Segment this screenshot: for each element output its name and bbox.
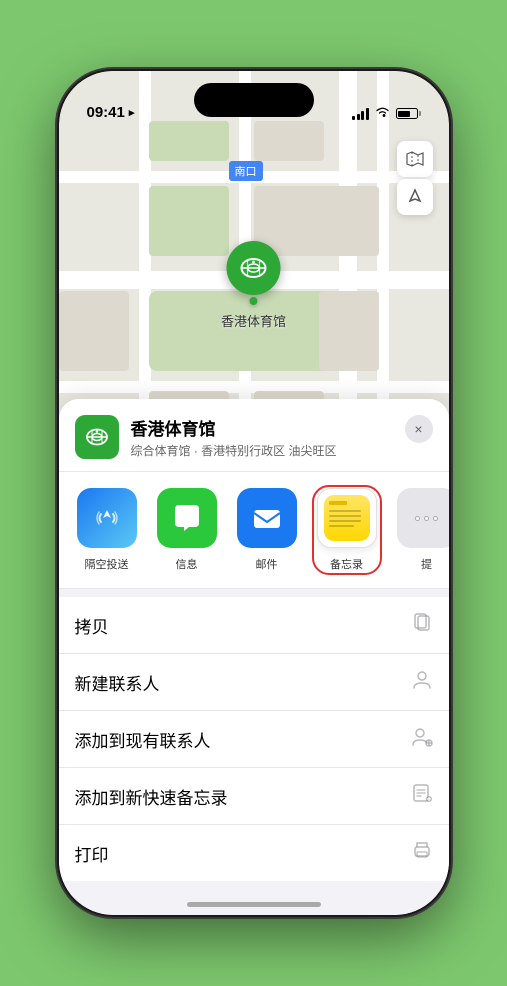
action-list: 拷贝 新建联系人 bbox=[59, 597, 449, 881]
airdrop-label: 隔空投送 bbox=[85, 556, 129, 572]
phone-frame: 09:41 ▸ bbox=[59, 71, 449, 915]
action-quick-note[interactable]: 添加到新快速备忘录 bbox=[59, 768, 449, 825]
copy-label: 拷贝 bbox=[75, 613, 411, 638]
phone-inner: 09:41 ▸ bbox=[59, 71, 449, 915]
share-row: 隔空投送 信息 bbox=[59, 472, 449, 589]
share-item-more[interactable]: 提 bbox=[395, 488, 449, 572]
messages-icon bbox=[157, 488, 217, 548]
share-item-messages[interactable]: 信息 bbox=[155, 488, 219, 572]
more-icon bbox=[397, 488, 449, 548]
share-item-notes[interactable]: 备忘录 bbox=[315, 488, 379, 572]
venue-name: 香港体育馆 bbox=[131, 415, 433, 440]
venue-subtitle: 综合体育馆 · 香港特别行政区 油尖旺区 bbox=[131, 442, 433, 459]
action-copy[interactable]: 拷贝 bbox=[59, 597, 449, 654]
close-button[interactable]: × bbox=[405, 415, 433, 443]
mail-label: 邮件 bbox=[256, 556, 278, 572]
action-add-existing[interactable]: 添加到现有联系人 bbox=[59, 711, 449, 768]
venue-icon bbox=[75, 415, 119, 459]
action-new-contact[interactable]: 新建联系人 bbox=[59, 654, 449, 711]
airdrop-icon bbox=[77, 488, 137, 548]
battery-icon bbox=[396, 108, 421, 119]
add-existing-icon bbox=[411, 725, 433, 753]
status-icons bbox=[352, 106, 421, 121]
new-contact-label: 新建联系人 bbox=[75, 670, 411, 695]
messages-label: 信息 bbox=[176, 556, 198, 572]
quick-note-icon bbox=[411, 782, 433, 810]
venue-info: 香港体育馆 综合体育馆 · 香港特别行政区 油尖旺区 bbox=[131, 415, 433, 459]
action-print[interactable]: 打印 bbox=[59, 825, 449, 881]
add-existing-label: 添加到现有联系人 bbox=[75, 727, 411, 752]
map-type-button[interactable] bbox=[397, 141, 433, 177]
location-arrow-icon: ▸ bbox=[129, 106, 135, 119]
home-indicator bbox=[187, 902, 321, 907]
wifi-icon bbox=[375, 106, 390, 121]
mail-icon bbox=[237, 488, 297, 548]
dynamic-island bbox=[194, 83, 314, 117]
map-label: 南口 bbox=[229, 161, 263, 181]
signal-icon bbox=[352, 108, 369, 120]
time-display: 09:41 bbox=[87, 104, 125, 121]
pin-label: 香港体育馆 bbox=[221, 311, 286, 330]
print-icon bbox=[411, 839, 433, 867]
bottom-sheet: 香港体育馆 综合体育馆 · 香港特别行政区 油尖旺区 × bbox=[59, 399, 449, 915]
quick-note-label: 添加到新快速备忘录 bbox=[75, 784, 411, 809]
pin-icon bbox=[226, 241, 280, 295]
notes-app-icon bbox=[317, 488, 377, 548]
stadium-pin[interactable]: 香港体育馆 bbox=[221, 241, 286, 330]
pin-dot bbox=[249, 297, 257, 305]
location-button[interactable] bbox=[397, 179, 433, 215]
print-label: 打印 bbox=[75, 841, 411, 866]
map-controls bbox=[397, 141, 433, 215]
new-contact-icon bbox=[411, 668, 433, 696]
share-item-mail[interactable]: 邮件 bbox=[235, 488, 299, 572]
more-label: 提 bbox=[421, 556, 432, 572]
status-time: 09:41 ▸ bbox=[87, 104, 135, 121]
copy-icon bbox=[411, 611, 433, 639]
notes-label: 备忘录 bbox=[330, 556, 363, 572]
venue-header: 香港体育馆 综合体育馆 · 香港特别行政区 油尖旺区 × bbox=[59, 399, 449, 472]
share-item-airdrop[interactable]: 隔空投送 bbox=[75, 488, 139, 572]
